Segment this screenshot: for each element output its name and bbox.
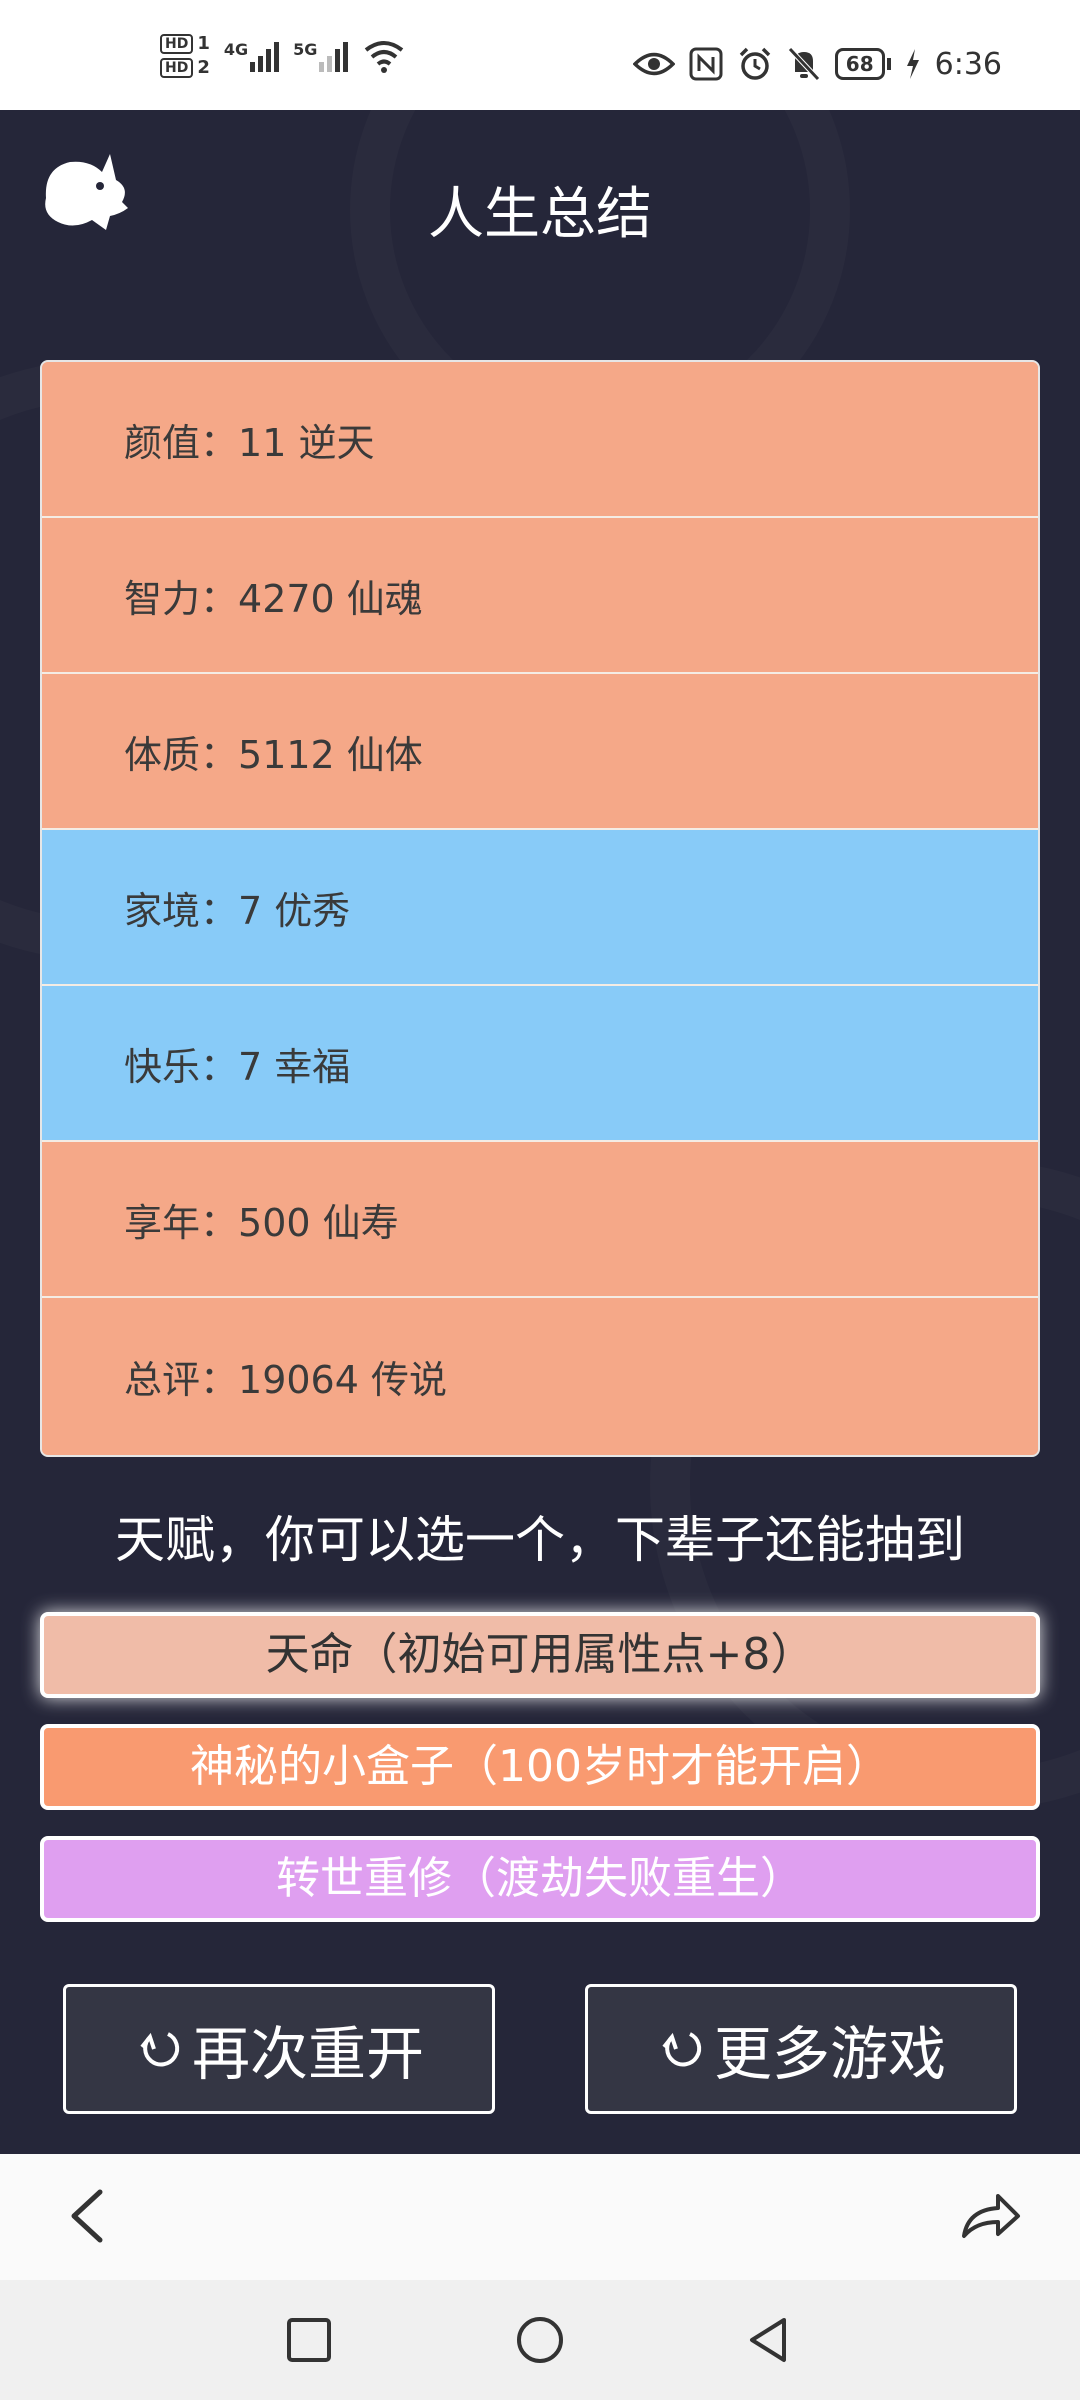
battery-level: 68 bbox=[834, 48, 885, 80]
status-bar: HD 1 HD 2 4G 5G 68 6:36 bbox=[0, 0, 1080, 110]
network2-label: 5G bbox=[293, 40, 318, 59]
stat-value: 4270 仙魂 bbox=[238, 576, 423, 621]
stat-row: 家境： 7 优秀 bbox=[42, 830, 1038, 986]
talent-option-reincarnation[interactable]: 转世重修（渡劫失败重生） bbox=[40, 1836, 1040, 1922]
stat-row: 颜值： 11 逆天 bbox=[42, 362, 1038, 518]
stat-row: 享年： 500 仙寿 bbox=[42, 1142, 1038, 1298]
more-games-label: 更多游戏 bbox=[713, 2020, 946, 2088]
triangle-back-icon[interactable] bbox=[740, 2312, 796, 2368]
charging-icon bbox=[906, 49, 919, 79]
stat-row: 快乐： 7 幸福 bbox=[42, 986, 1038, 1142]
alarm-icon bbox=[739, 47, 771, 80]
status-left: HD 1 HD 2 4G 5G bbox=[160, 34, 406, 78]
system-navigation bbox=[0, 2280, 1080, 2400]
stat-value: 500 仙寿 bbox=[238, 1200, 399, 1245]
stat-label: 快乐： bbox=[124, 1044, 239, 1089]
browser-toolbar bbox=[0, 2154, 1080, 2280]
sim1-label: HD bbox=[160, 34, 194, 54]
stat-label: 享年： bbox=[124, 1200, 239, 1245]
signal-icon: 4G bbox=[223, 40, 280, 72]
stat-label: 智力： bbox=[124, 576, 239, 621]
stat-row: 体质： 5112 仙体 bbox=[42, 674, 1038, 830]
share-icon[interactable] bbox=[958, 2186, 1022, 2246]
stat-label: 总评： bbox=[124, 1357, 239, 1402]
stat-value: 19064 传说 bbox=[238, 1357, 447, 1402]
talent-option-destiny[interactable]: 天命（初始可用属性点+8） bbox=[40, 1612, 1040, 1698]
hd-sim-icon: HD 1 HD 2 bbox=[160, 34, 210, 78]
talent-heading: 天赋，你可以选一个，下辈子还能抽到 bbox=[115, 1511, 965, 1569]
stat-value: 7 优秀 bbox=[238, 888, 351, 933]
stat-label: 家境： bbox=[124, 888, 239, 933]
stat-value: 7 幸福 bbox=[238, 1044, 351, 1089]
refresh-icon bbox=[662, 2032, 702, 2067]
sim2-slot: 2 bbox=[197, 57, 210, 78]
stat-row: 智力： 4270 仙魂 bbox=[42, 518, 1038, 674]
battery-icon: 68 bbox=[834, 48, 891, 80]
square-icon[interactable] bbox=[281, 2312, 337, 2368]
restart-button[interactable]: 再次重开 bbox=[63, 1984, 495, 2114]
app-area: 人生总结 颜值： 11 逆天 智力： 4270 仙魂 体质： 5112 仙体 家境： 7… bbox=[0, 110, 1080, 2154]
status-right: 68 6:36 bbox=[632, 44, 1002, 84]
stat-value: 11 逆天 bbox=[238, 420, 375, 465]
sim1-slot: 1 bbox=[197, 33, 210, 54]
restart-label: 再次重开 bbox=[191, 2020, 424, 2088]
wifi-icon bbox=[365, 41, 404, 73]
header: 人生总结 bbox=[0, 110, 1080, 310]
mute-icon bbox=[787, 47, 820, 81]
refresh-icon bbox=[140, 2032, 180, 2067]
stat-row: 总评： 19064 传说 bbox=[42, 1298, 1038, 1454]
stat-label: 颜值： bbox=[124, 420, 239, 465]
stat-label: 体质： bbox=[124, 732, 239, 777]
more-games-button[interactable]: 更多游戏 bbox=[585, 1984, 1017, 2114]
chevron-left-icon[interactable] bbox=[60, 2186, 120, 2246]
nfc-icon bbox=[689, 47, 723, 81]
sim2-label: HD bbox=[160, 58, 194, 78]
talent-option-mystery-box[interactable]: 神秘的小盒子（100岁时才能开启） bbox=[40, 1724, 1040, 1810]
signal-icon-2: 5G bbox=[293, 40, 349, 72]
stats-panel: 颜值： 11 逆天 智力： 4270 仙魂 体质： 5112 仙体 家境： 7 优秀 快… bbox=[40, 360, 1040, 1457]
network1-label: 4G bbox=[223, 40, 249, 59]
page-title: 人生总结 bbox=[428, 182, 652, 247]
eye-icon bbox=[632, 52, 675, 76]
stat-value: 5112 仙体 bbox=[238, 732, 423, 777]
clock: 6:36 bbox=[934, 46, 1002, 82]
circle-icon[interactable] bbox=[512, 2312, 568, 2368]
